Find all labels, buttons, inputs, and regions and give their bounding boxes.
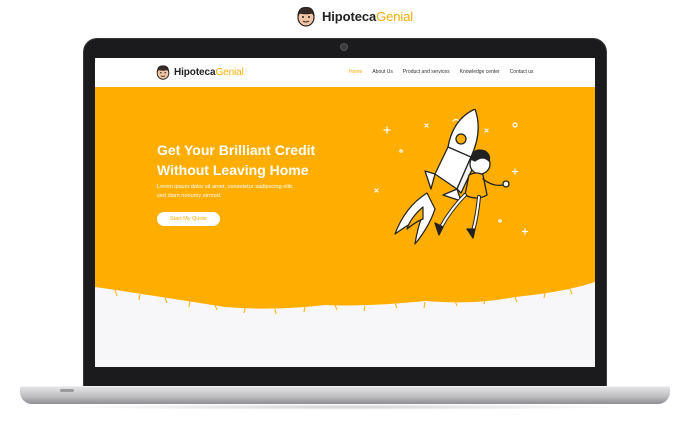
brand-name: HipotecaGenial bbox=[322, 8, 414, 24]
laptop-notch bbox=[60, 389, 74, 392]
hero-description-line-1: Lorem ipsum dolor sit amet, consetetur s… bbox=[157, 184, 294, 190]
hero-title-line-1: Get Your Brilliant Credit bbox=[157, 142, 316, 158]
site-navbar: HipotecaGenial Home About Us Product and… bbox=[95, 58, 595, 87]
main-menu: Home About Us Product and services Knowl… bbox=[349, 69, 534, 75]
mascot-avatar-icon bbox=[156, 65, 170, 80]
laptop-base bbox=[20, 386, 670, 404]
nav-item-product-and-services[interactable]: Product and services bbox=[403, 69, 450, 75]
site-brand-name: HipotecaGenial bbox=[174, 66, 244, 78]
nav-item-home[interactable]: Home bbox=[349, 69, 362, 75]
laptop-shadow bbox=[60, 404, 630, 410]
hero-title: Get Your Brilliant Credit Without Leavin… bbox=[157, 140, 357, 180]
nav-item-about-us[interactable]: About Us bbox=[372, 69, 393, 75]
start-my-quote-button[interactable]: Start My Quote bbox=[157, 212, 220, 226]
hero-description: Lorem ipsum dolor sit amet, consetetur s… bbox=[157, 183, 342, 200]
hero-section: Get Your Brilliant Credit Without Leavin… bbox=[95, 87, 595, 367]
hero-title-line-2: Without Leaving Home bbox=[157, 162, 309, 178]
laptop-screen: HipotecaGenial Home About Us Product and… bbox=[95, 58, 595, 367]
nav-item-contact-us[interactable]: Contact us bbox=[510, 69, 534, 75]
site-logo[interactable]: HipotecaGenial bbox=[155, 64, 244, 80]
nav-item-knowledge-center[interactable]: Knowledge center bbox=[460, 69, 500, 75]
rocket-man-illustration bbox=[374, 109, 529, 245]
mascot-avatar-icon bbox=[297, 6, 315, 27]
camera-icon bbox=[340, 43, 348, 51]
hero-description-line-2: sed diam nonumy eirmod. bbox=[157, 192, 222, 199]
top-brand-logo: HipotecaGenial bbox=[295, 4, 413, 28]
